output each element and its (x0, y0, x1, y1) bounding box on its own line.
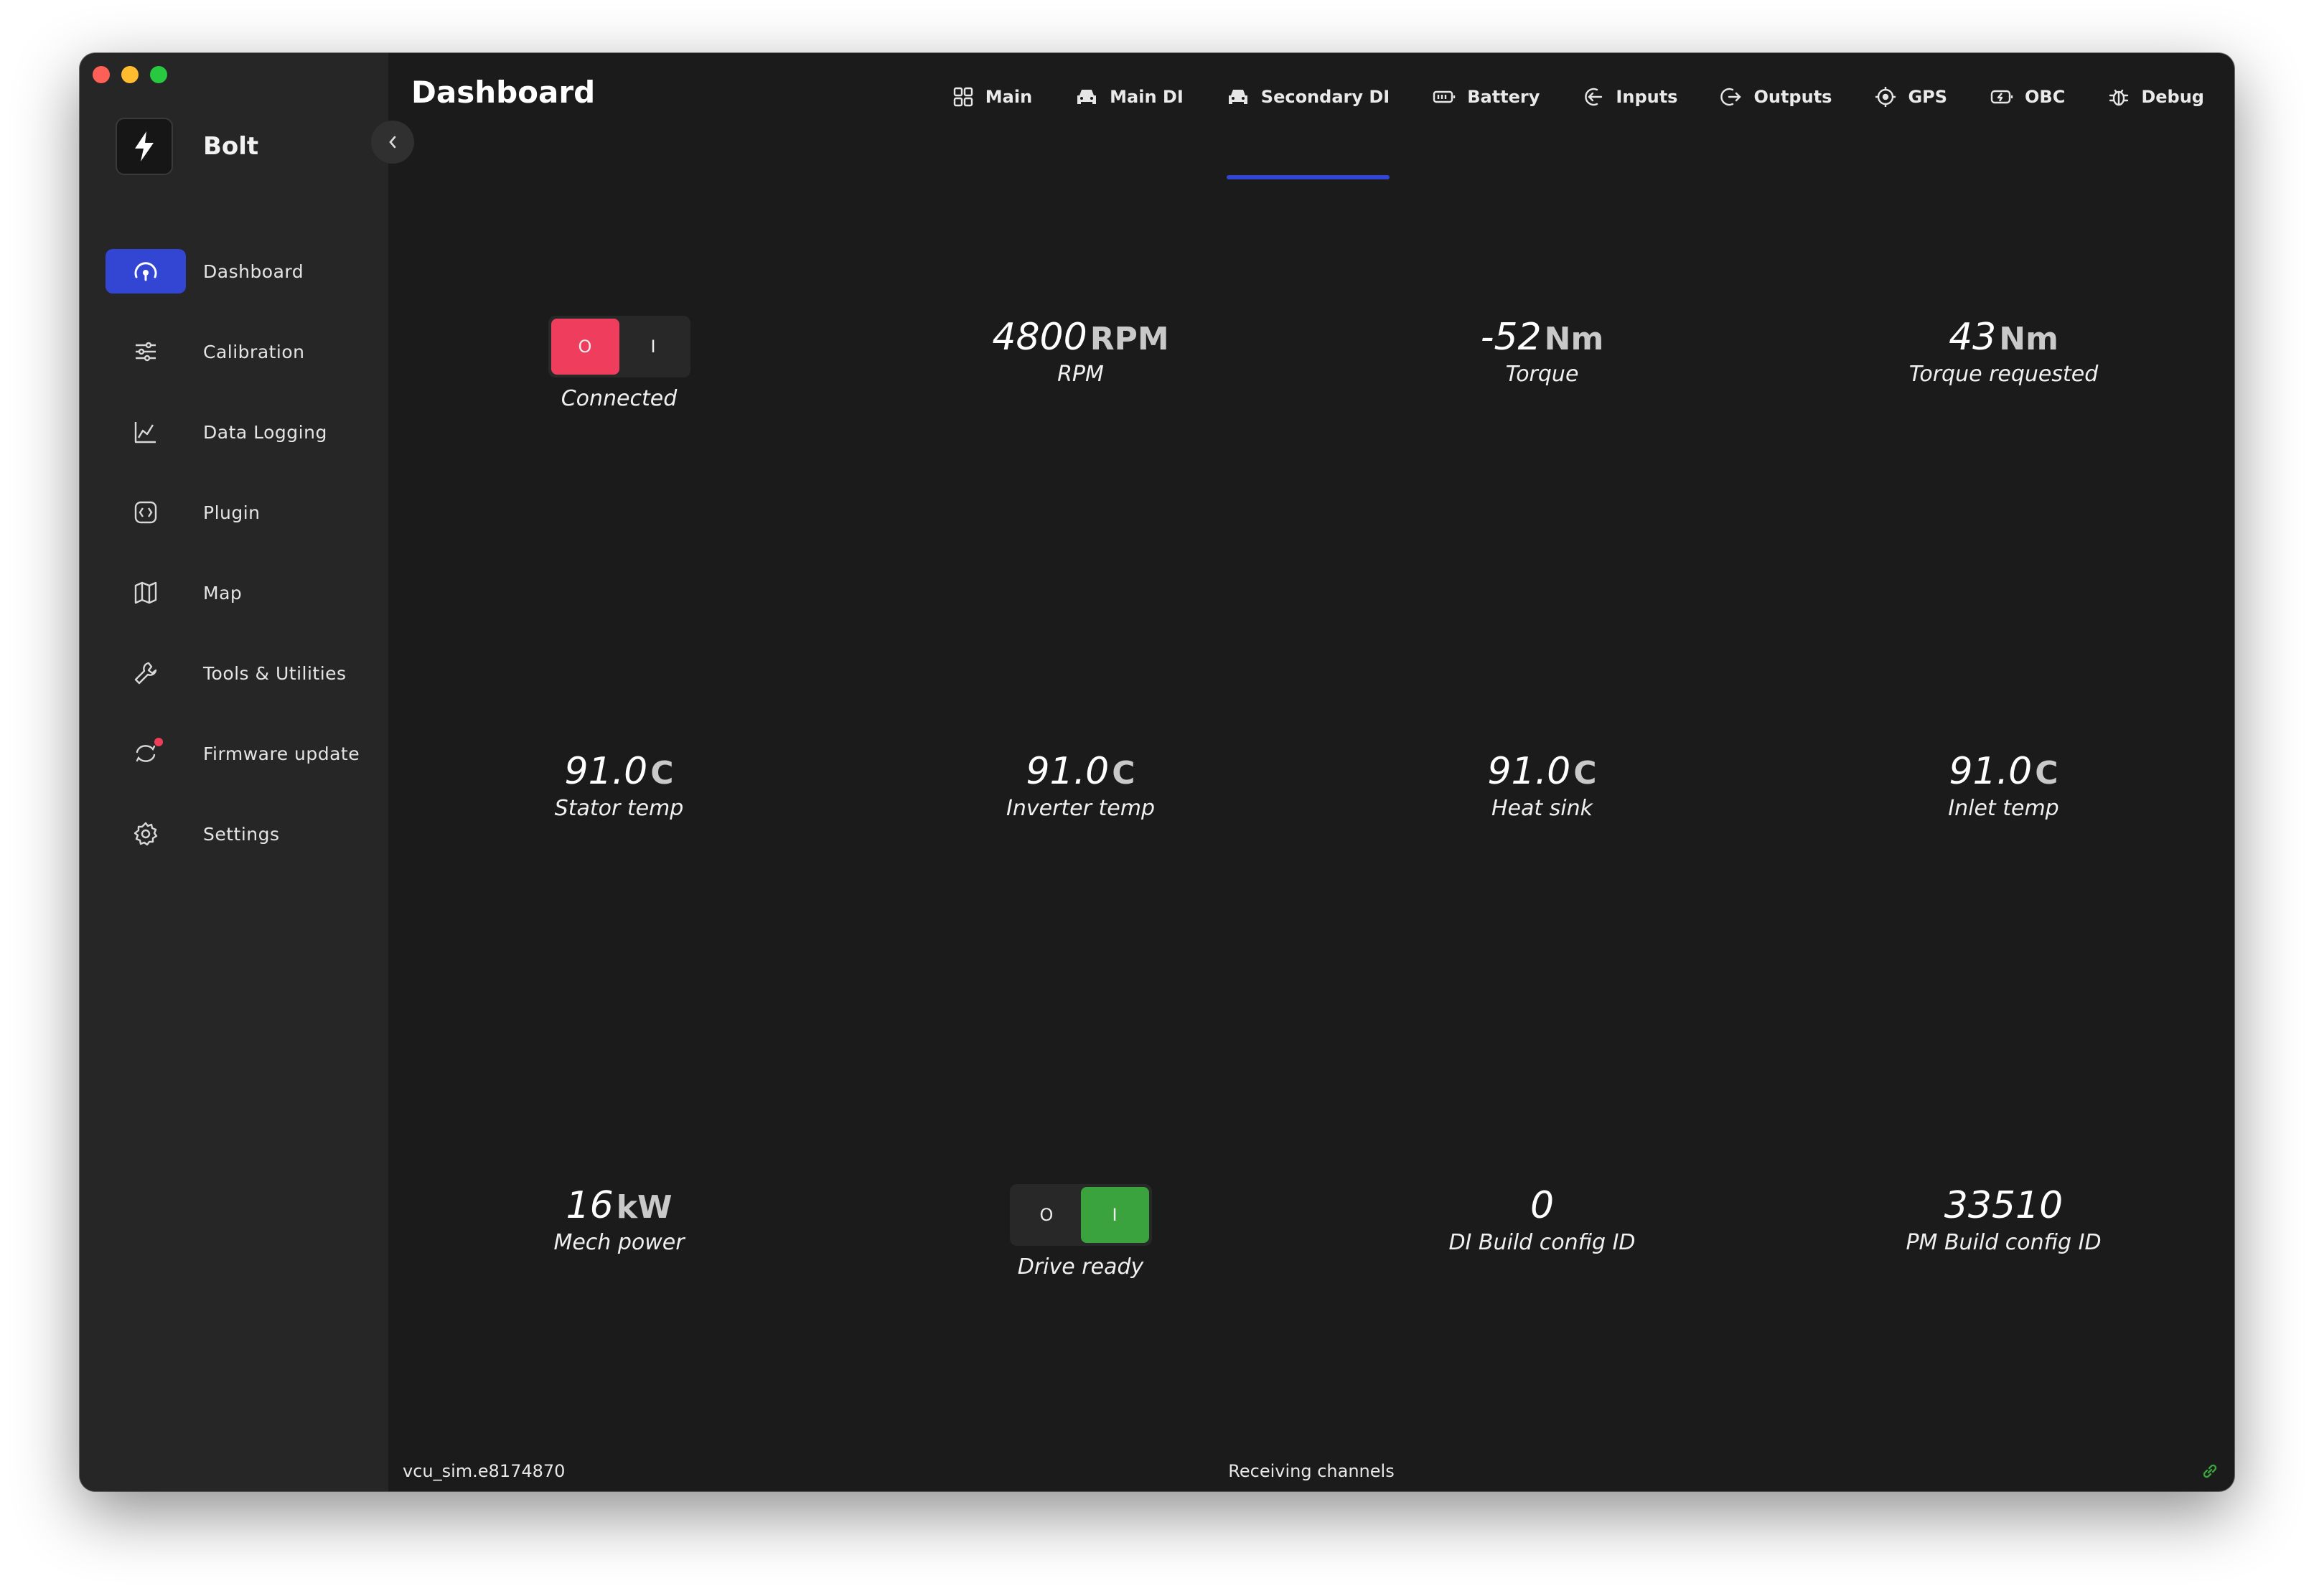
stator-temp-widget: 91.0C Stator temp (388, 750, 850, 821)
sidebar-item-firmware-update[interactable]: Firmware update (106, 713, 371, 794)
metric-label: PM Build config ID (1906, 1230, 2102, 1255)
brand: Bolt (116, 118, 258, 175)
status-message: Receiving channels (1228, 1461, 1395, 1481)
sidebar-item-label: Plugin (203, 502, 261, 523)
metric-value: -52 (1480, 316, 1542, 359)
metric-unit: C (1573, 755, 1597, 792)
gauge-icon (106, 249, 186, 294)
metric-value: 91.0 (1949, 750, 2033, 793)
metric-value: 16 (566, 1184, 614, 1227)
wrench-icon (106, 651, 186, 695)
toggle-off[interactable]: O (551, 319, 619, 375)
chart-line-icon (106, 410, 186, 454)
collapse-sidebar-button[interactable] (371, 121, 414, 164)
inlet-temp-widget: 91.0C Inlet temp (1773, 750, 2234, 821)
metric-label: DI Build config ID (1448, 1230, 1636, 1255)
sidebar: Bolt Dashboard Calibration Data Logging (80, 53, 388, 1491)
metric-unit: C (650, 755, 674, 792)
metric-unit: Nm (1999, 321, 2058, 357)
map-icon (106, 571, 186, 615)
sidebar-item-map[interactable]: Map (106, 553, 371, 633)
rpm-widget: 4800RPM RPM (850, 316, 1311, 387)
drive-ready-widget: O I Drive ready (850, 1184, 1311, 1280)
update-badge (154, 738, 163, 746)
metric-value: 4800 (992, 316, 1087, 359)
sidebar-item-label: Calibration (203, 341, 305, 362)
status-bar: vcu_sim.e8174870 Receiving channels (388, 1451, 2234, 1491)
sidebar-item-label: Firmware update (203, 743, 360, 764)
sliders-icon (106, 329, 186, 374)
metric-unit: RPM (1090, 321, 1169, 357)
metric-unit: C (2035, 755, 2058, 792)
metric-value: 33510 (1944, 1184, 2064, 1227)
metric-label: Stator temp (554, 796, 684, 821)
sidebar-item-label: Settings (203, 823, 280, 845)
sidebar-item-label: Map (203, 582, 243, 604)
sidebar-item-tools[interactable]: Tools & Utilities (106, 633, 371, 713)
toggle-on[interactable]: I (1080, 1187, 1149, 1243)
connected-widget: O I Connected (388, 316, 850, 411)
sidebar-item-data-logging[interactable]: Data Logging (106, 392, 371, 472)
metric-unit: Nm (1544, 321, 1604, 357)
metric-label: Drive ready (1017, 1254, 1144, 1280)
sidebar-item-label: Data Logging (203, 421, 327, 443)
plugin-icon (106, 490, 186, 535)
toggle-off[interactable]: O (1013, 1187, 1081, 1243)
metric-label: RPM (1057, 362, 1104, 387)
metric-value: 91.0 (1026, 750, 1110, 793)
metric-label: Connected (561, 386, 678, 411)
metric-value: 43 (1949, 316, 1997, 359)
metric-label: Heat sink (1491, 796, 1593, 821)
metric-value: 91.0 (564, 750, 648, 793)
pm-build-config-widget: 33510 PM Build config ID (1773, 1184, 2234, 1255)
di-build-config-widget: 0 DI Build config ID (1311, 1184, 1773, 1255)
metric-value: 91.0 (1487, 750, 1571, 793)
metric-unit: C (1112, 755, 1135, 792)
metric-label: Inverter temp (1006, 796, 1155, 821)
mech-power-widget: 16kW Mech power (388, 1184, 850, 1255)
sidebar-item-label: Tools & Utilities (203, 662, 347, 684)
metric-label: Mech power (553, 1230, 685, 1255)
metric-unit: kW (616, 1189, 673, 1226)
metric-label: Torque requested (1908, 362, 2099, 387)
torque-requested-widget: 43Nm Torque requested (1773, 316, 2234, 387)
sidebar-item-plugin[interactable]: Plugin (106, 472, 371, 553)
gear-icon (106, 812, 186, 856)
main-content: Dashboard Main Main DI Secondary DI Batt… (388, 53, 2234, 1491)
dashboard-grid: O I Connected 4800RPM RPM -52Nm Torque 4… (388, 53, 2234, 1491)
inverter-temp-widget: 91.0C Inverter temp (850, 750, 1311, 821)
toggle-on[interactable]: I (619, 319, 688, 375)
metric-label: Torque (1505, 362, 1579, 387)
connected-toggle[interactable]: O I (548, 316, 690, 377)
sidebar-nav: Dashboard Calibration Data Logging Plugi… (106, 231, 371, 874)
close-window-button[interactable] (93, 66, 110, 83)
link-icon[interactable] (2201, 1463, 2219, 1484)
sidebar-item-label: Dashboard (203, 260, 304, 282)
metric-label: Inlet temp (1948, 796, 2059, 821)
window-controls (93, 66, 167, 83)
refresh-icon (106, 731, 186, 776)
metric-value: 0 (1530, 1184, 1555, 1227)
minimize-window-button[interactable] (121, 66, 139, 83)
sidebar-item-calibration[interactable]: Calibration (106, 311, 371, 392)
sidebar-item-dashboard[interactable]: Dashboard (106, 231, 371, 311)
drive-ready-toggle[interactable]: O I (1009, 1184, 1152, 1246)
bolt-logo-icon (116, 118, 173, 175)
heat-sink-widget: 91.0C Heat sink (1311, 750, 1773, 821)
sidebar-item-settings[interactable]: Settings (106, 794, 371, 874)
torque-widget: -52Nm Torque (1311, 316, 1773, 387)
maximize-window-button[interactable] (150, 66, 167, 83)
app-window: Bolt Dashboard Calibration Data Logging (80, 53, 2234, 1491)
brand-name: Bolt (203, 132, 259, 161)
chevron-left-icon (389, 136, 396, 149)
